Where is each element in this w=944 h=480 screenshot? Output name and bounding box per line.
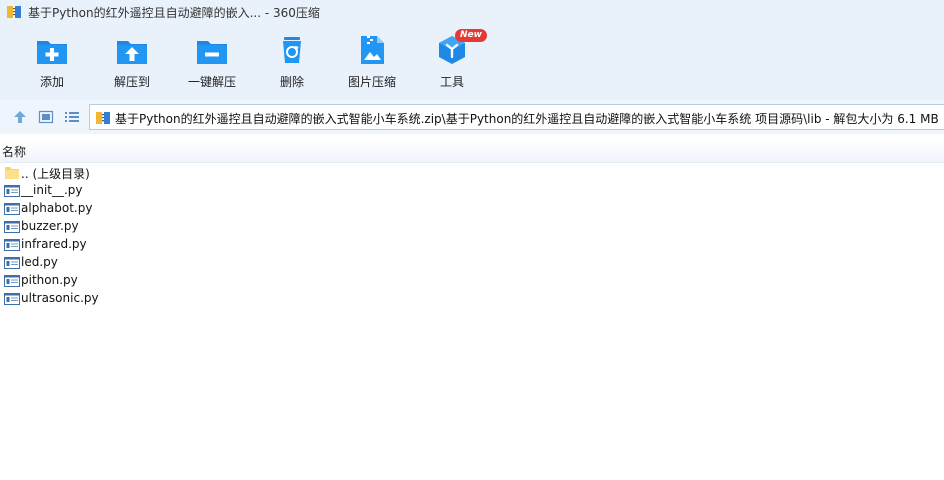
tools-button[interactable]: New 工具 [412, 29, 492, 96]
extract-to-button[interactable]: 解压到 [92, 30, 172, 96]
file-name: infrared.py [21, 237, 87, 251]
file-name: led.py [21, 255, 58, 269]
file-name: ultrasonic.py [21, 291, 99, 305]
image-compress-button[interactable]: 图片压缩 [332, 30, 412, 96]
list-item[interactable]: pithon.py [0, 272, 944, 290]
tools-icon-wrap: New [435, 29, 487, 67]
python-file-icon [4, 185, 20, 197]
python-file-icon [4, 293, 20, 305]
up-arrow-icon[interactable] [12, 109, 28, 125]
column-name-label: 名称 [2, 145, 27, 159]
title-bar: 基于Python的红外遥控且自动避障的嵌入... - 360压缩 [0, 0, 944, 24]
folder-icon [5, 167, 19, 179]
file-name: .. (上级目录) [21, 167, 90, 181]
file-name: alphabot.py [21, 201, 93, 215]
add-button[interactable]: 添加 [12, 30, 92, 96]
tools-label: 工具 [439, 75, 464, 89]
toolbar: 添加 解压到 一键解压 删除 图片压缩 New 工具 [0, 29, 944, 96]
zip-archive-icon [7, 6, 21, 18]
image-compress-label: 图片压缩 [347, 75, 396, 89]
list-item[interactable]: led.py [0, 254, 944, 272]
list-item[interactable]: infrared.py [0, 236, 944, 254]
list-view-icon[interactable] [64, 109, 80, 125]
zip-archive-icon [96, 112, 110, 124]
python-file-icon [4, 221, 20, 233]
image-compress-icon [361, 36, 384, 64]
list-item[interactable]: ultrasonic.py [0, 290, 944, 308]
navigation-row: 基于Python的红外遥控且自动避障的嵌入式智能小车系统.zip\基于Pytho… [0, 100, 944, 134]
file-name: __init__.py [21, 183, 83, 197]
extract-to-icon [117, 41, 147, 64]
python-file-icon [4, 203, 20, 215]
recycle-bin-icon [283, 37, 301, 63]
add-label: 添加 [39, 75, 64, 89]
one-click-extract-icon [197, 41, 227, 64]
window-title: 基于Python的红外遥控且自动避障的嵌入... - 360压缩 [28, 6, 320, 20]
list-item[interactable]: buzzer.py [0, 218, 944, 236]
one-click-extract-button[interactable]: 一键解压 [172, 30, 252, 96]
list-item-parent-dir[interactable]: .. (上级目录) [0, 164, 944, 182]
address-bar[interactable]: 基于Python的红外遥控且自动避障的嵌入式智能小车系统.zip\基于Pytho… [89, 104, 944, 130]
new-badge: New [455, 29, 487, 42]
list-item[interactable]: __init__.py [0, 182, 944, 200]
header-area: 基于Python的红外遥控且自动避障的嵌入... - 360压缩 添加 解压到 … [0, 0, 944, 100]
python-file-icon [4, 257, 20, 269]
detail-view-icon[interactable] [38, 109, 54, 125]
delete-label: 删除 [279, 75, 304, 89]
column-header-name[interactable]: 名称 [0, 140, 944, 163]
list-item[interactable]: alphabot.py [0, 200, 944, 218]
file-name: buzzer.py [21, 219, 79, 233]
address-path: 基于Python的红外遥控且自动避障的嵌入式智能小车系统.zip\基于Pytho… [115, 112, 939, 126]
file-name: pithon.py [21, 273, 78, 287]
delete-button[interactable]: 删除 [252, 30, 332, 96]
file-list: .. (上级目录) __init__.py alphabot.py buzzer… [0, 164, 944, 308]
python-file-icon [4, 275, 20, 287]
extract-to-label: 解压到 [113, 75, 150, 89]
app-window: 基于Python的红外遥控且自动避障的嵌入... - 360压缩 添加 解压到 … [0, 0, 944, 480]
one-click-extract-label: 一键解压 [187, 75, 236, 89]
add-folder-icon [37, 41, 67, 64]
python-file-icon [4, 239, 20, 251]
